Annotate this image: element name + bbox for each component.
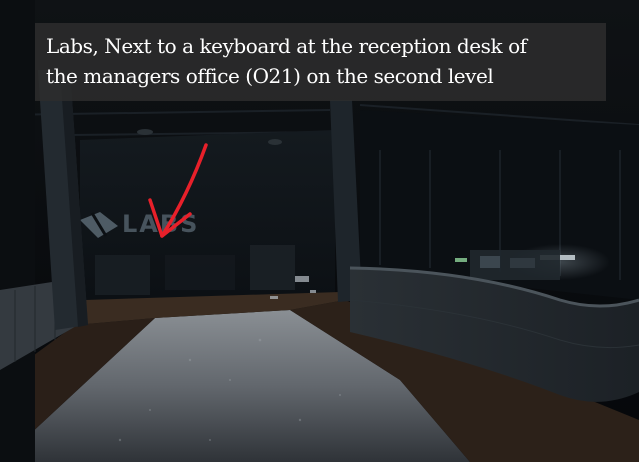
caption-box: Labs, Next to a keyboard at the receptio… bbox=[35, 23, 606, 101]
caption-text: Labs, Next to a keyboard at the receptio… bbox=[46, 34, 527, 88]
labs-wall-sign: LABS bbox=[80, 210, 197, 238]
game-screenshot: LABS Labs, Next to a keyboard at the rec… bbox=[0, 0, 639, 462]
